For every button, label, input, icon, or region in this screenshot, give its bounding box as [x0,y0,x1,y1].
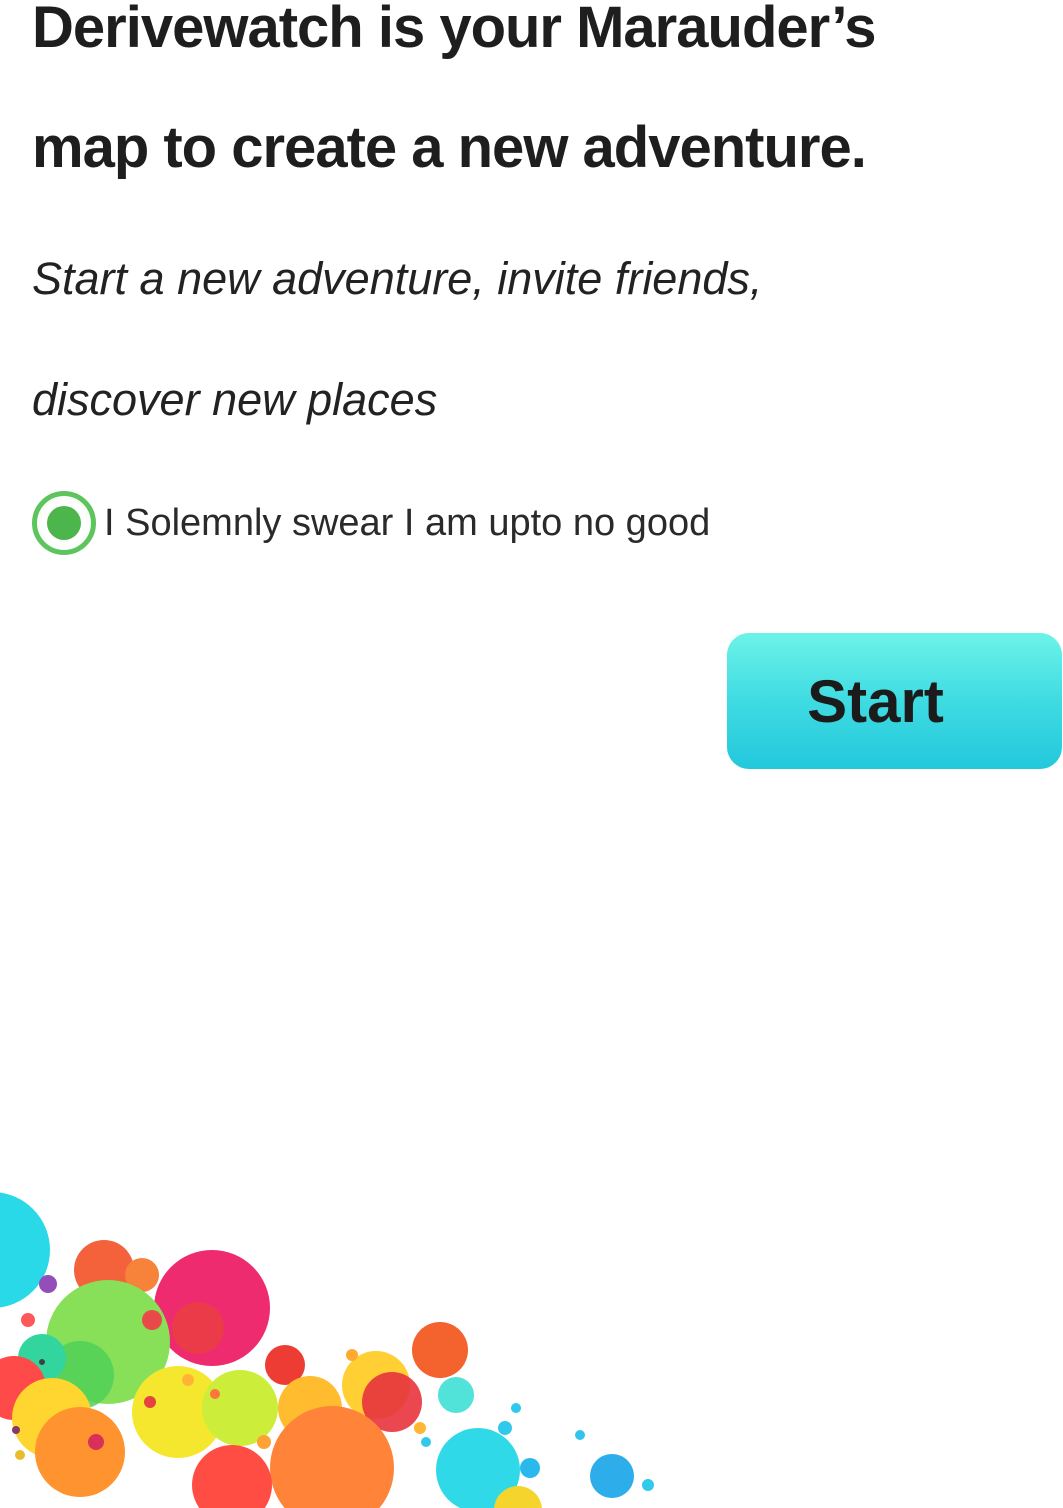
subtitle-line-1: Start a new adventure, invite friends, [32,253,763,304]
bubble-cyan-right [438,1377,474,1413]
dot-cyan-3 [575,1430,585,1440]
bubble-red-overlay [172,1302,224,1354]
dot-crimson [88,1434,104,1450]
bubble-red-bottom [192,1445,272,1508]
oath-label: I Solemnly swear I am upto no good [104,501,711,544]
subtitle-line-2: discover new places [32,374,438,425]
dot-amber-1 [182,1374,194,1386]
dot-amber-2 [414,1422,426,1434]
dot-purple [39,1275,57,1293]
bubble-blue-small [520,1458,540,1478]
dot-cyan-2 [511,1403,521,1413]
headline-line-2: map to create a new adventure. [32,115,867,180]
start-button[interactable]: Start [727,633,1062,769]
dot-amber-3 [346,1349,358,1361]
subtitle: Start a new adventure, invite friends, d… [32,218,932,460]
dot-dark [39,1359,45,1365]
dot-red-2 [21,1313,35,1327]
bubble-orange-right [412,1322,468,1378]
radio-dot [47,506,81,540]
bubble-lime [202,1370,278,1446]
start-button-label: Start [807,667,944,735]
bubble-orange-bottom [35,1407,125,1497]
dot-red-1 [142,1310,162,1330]
dot-cyan-4 [642,1479,654,1491]
dot-orange-1 [210,1389,220,1399]
dot-plum [12,1426,20,1434]
headline-line-1: Derivewatch is your Marauder’s [32,0,877,60]
bubble-blue [590,1454,634,1498]
dot-cyan-5 [421,1437,431,1447]
color-bubbles-illustration [0,1192,654,1508]
radio-selected-icon[interactable] [32,491,96,555]
dot-orange-2 [257,1435,271,1449]
dot-yellow [15,1450,25,1460]
dot-cyan-1 [498,1421,512,1435]
headline: Derivewatch is your Marauder’s map to cr… [32,0,932,208]
oath-radio-option[interactable]: I Solemnly swear I am upto no good [32,486,710,560]
dot-red-3 [144,1396,156,1408]
